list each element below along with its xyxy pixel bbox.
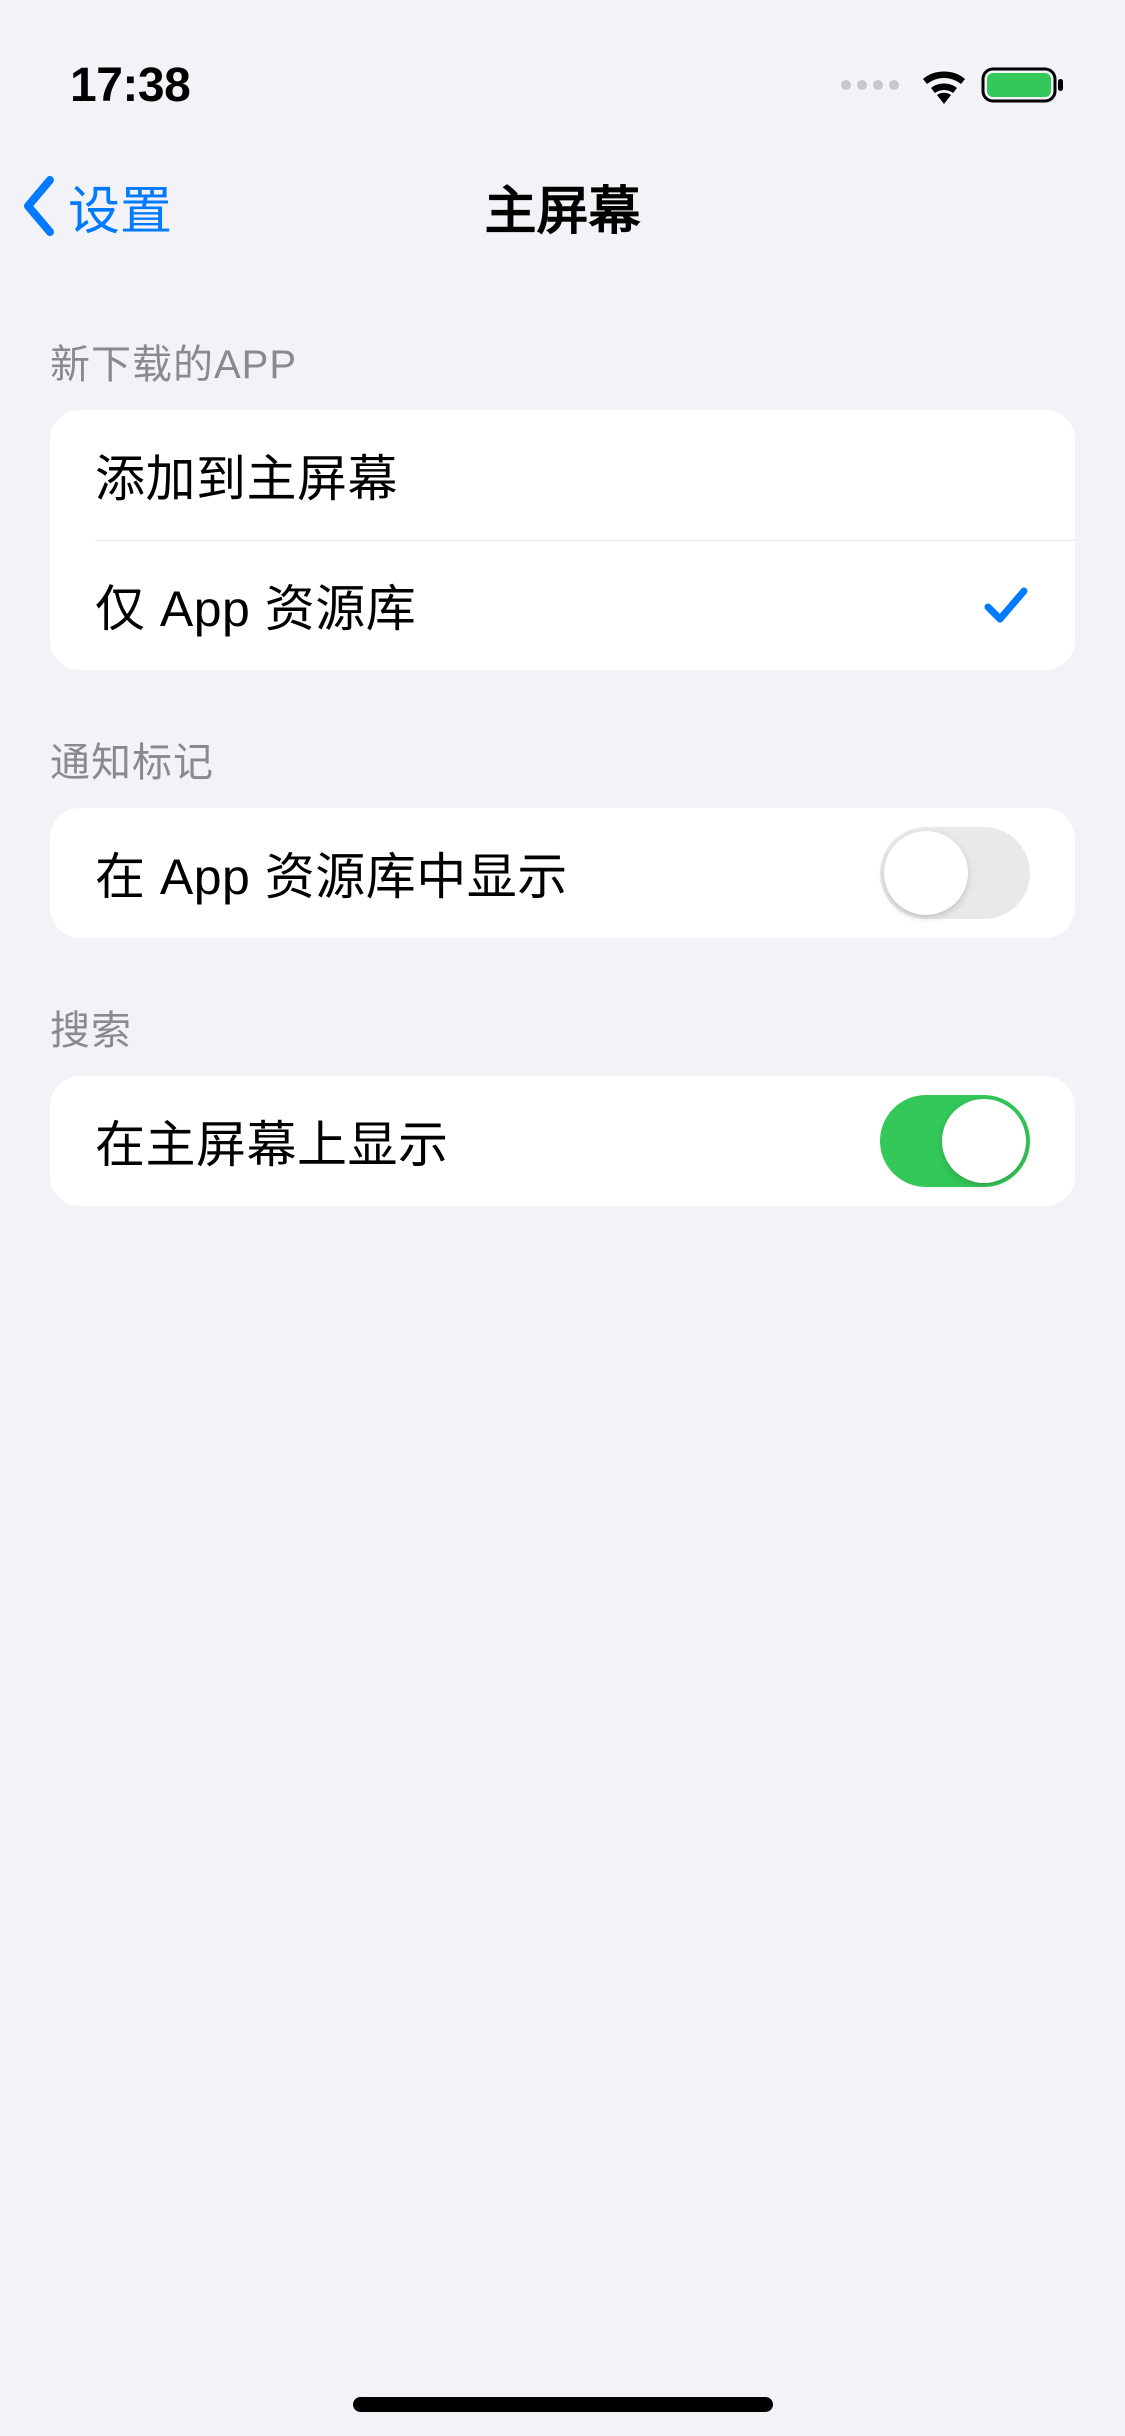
cellular-dots-icon: [841, 80, 899, 90]
toggle-show-on-home[interactable]: [880, 1095, 1030, 1187]
toggle-knob: [884, 831, 968, 915]
row-show-in-app-library: 在 App 资源库中显示: [50, 808, 1075, 938]
section-notification-badges: 通知标记 在 App 资源库中显示: [0, 730, 1125, 938]
section-newly-downloaded: 新下载的APP 添加到主屏幕 仅 App 资源库: [0, 332, 1125, 670]
section-search: 搜索 在主屏幕上显示: [0, 998, 1125, 1206]
chevron-left-icon: [20, 174, 58, 238]
row-label: 仅 App 资源库: [95, 569, 416, 641]
row-label: 在主屏幕上显示: [95, 1105, 449, 1177]
section-group: 在主屏幕上显示: [50, 1076, 1075, 1206]
option-app-library-only[interactable]: 仅 App 资源库: [50, 540, 1075, 670]
home-indicator: [353, 2397, 773, 2412]
option-add-to-home[interactable]: 添加到主屏幕: [50, 410, 1075, 540]
back-label: 设置: [68, 169, 172, 244]
checkmark-icon: [982, 581, 1030, 629]
status-right: [841, 65, 1065, 105]
back-button[interactable]: 设置: [20, 169, 172, 244]
status-time: 17:38: [70, 58, 190, 113]
toggle-show-in-app-library[interactable]: [880, 827, 1030, 919]
page-title: 主屏幕: [484, 169, 640, 244]
section-group: 在 App 资源库中显示: [50, 808, 1075, 938]
nav-bar: 设置 主屏幕: [0, 140, 1125, 272]
row-label: 在 App 资源库中显示: [95, 837, 568, 909]
battery-icon: [981, 65, 1065, 105]
status-bar: 17:38: [0, 0, 1125, 140]
row-show-on-home: 在主屏幕上显示: [50, 1076, 1075, 1206]
wifi-icon: [919, 66, 969, 104]
section-header: 通知标记: [0, 730, 1125, 808]
section-group: 添加到主屏幕 仅 App 资源库: [50, 410, 1075, 670]
section-header: 搜索: [0, 998, 1125, 1076]
row-label: 添加到主屏幕: [95, 439, 398, 511]
toggle-knob: [942, 1099, 1026, 1183]
section-header: 新下载的APP: [0, 332, 1125, 410]
